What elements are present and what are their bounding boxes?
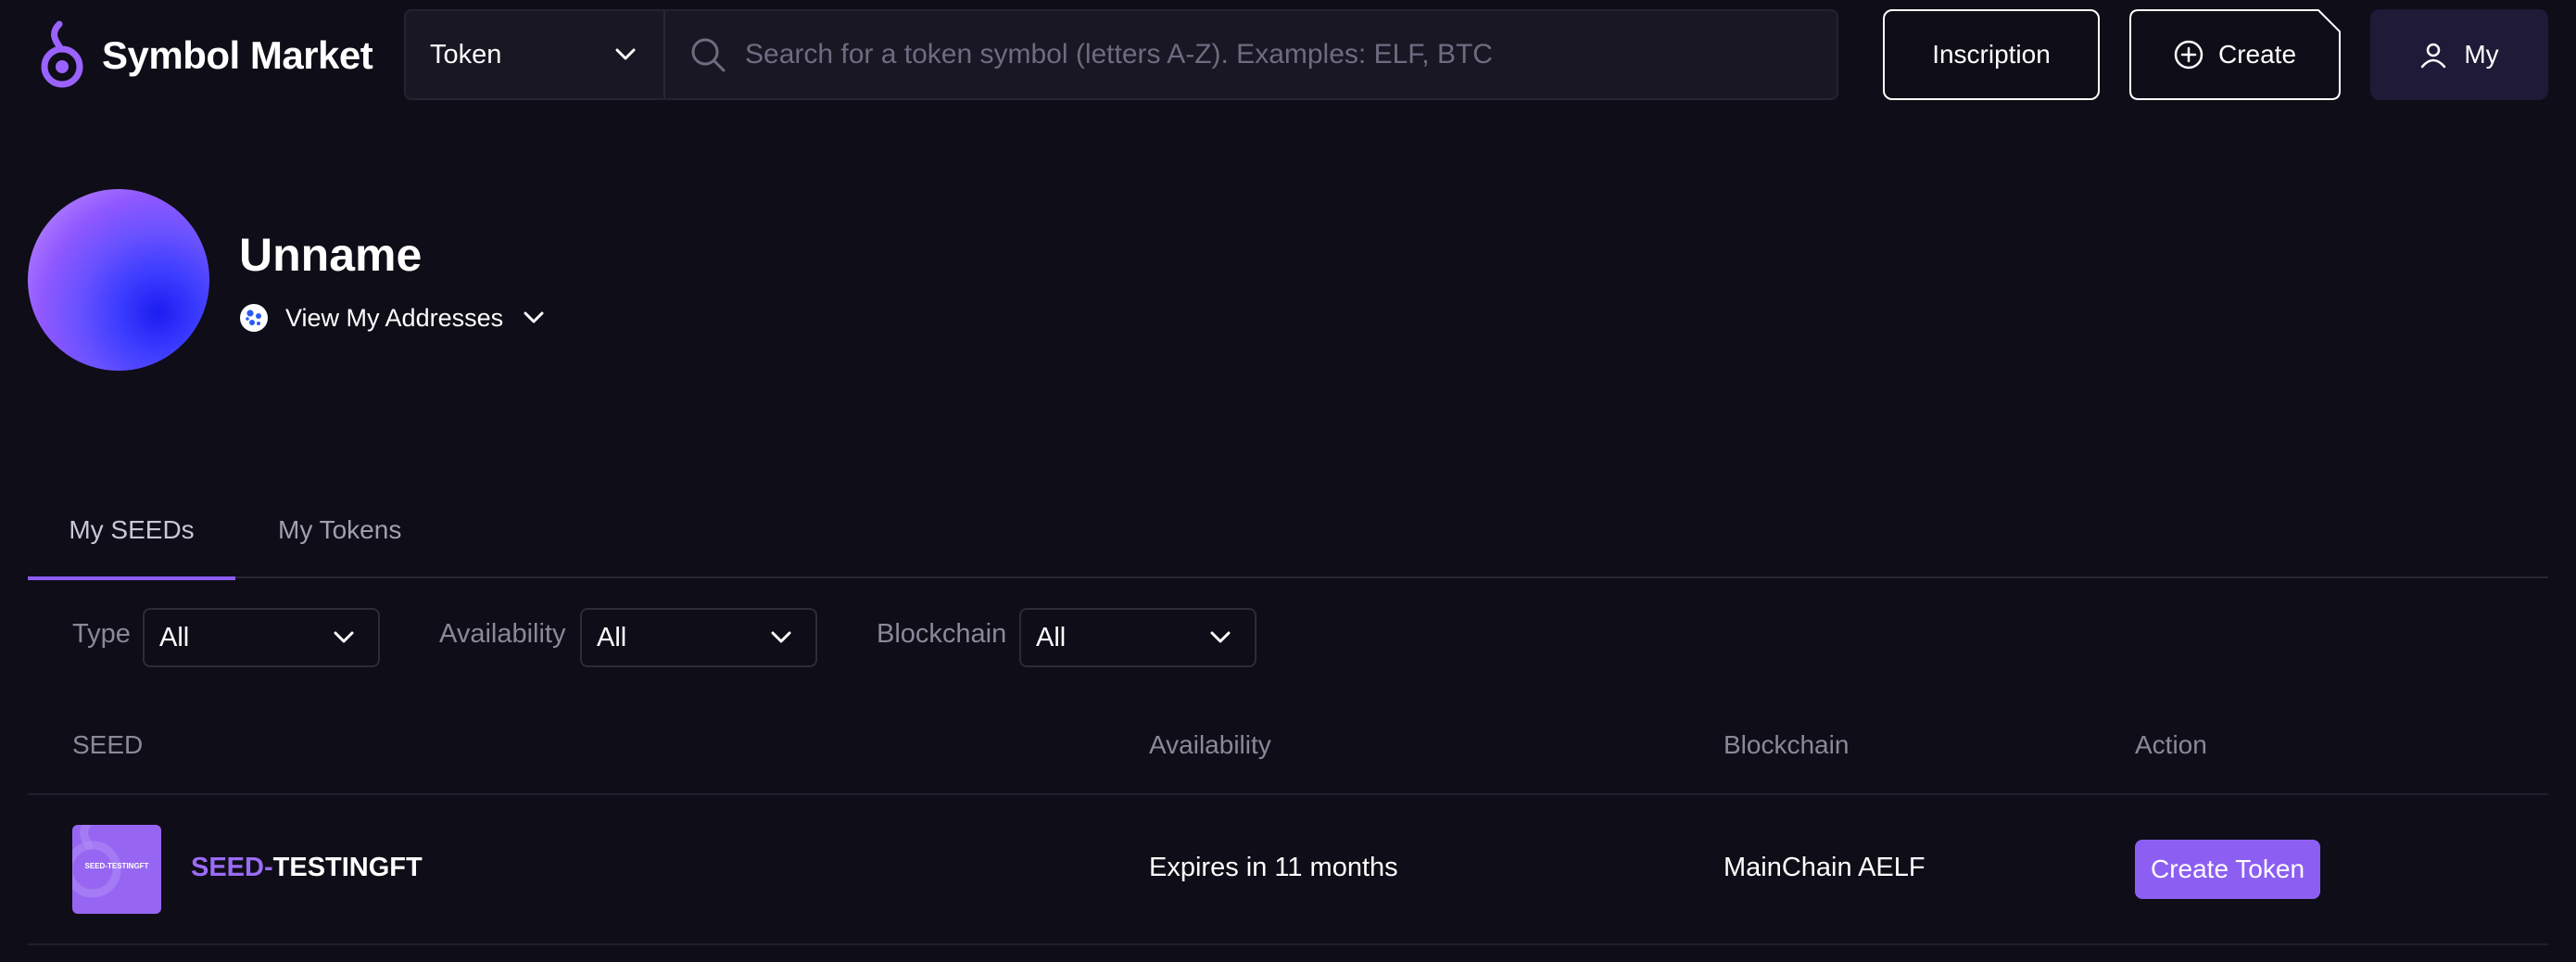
chevron-down-icon xyxy=(771,631,791,643)
chevron-down-icon xyxy=(524,311,544,323)
seed-prefix: SEED- xyxy=(191,853,273,882)
chevron-down-icon xyxy=(334,631,354,643)
symbol-market-logo-icon xyxy=(41,20,83,88)
tab-my-tokens[interactable]: My Tokens xyxy=(278,482,401,578)
chevron-down-icon xyxy=(1210,631,1231,643)
availability-filter-value: All xyxy=(597,622,627,652)
seed-symbol: TESTINGFT xyxy=(272,853,423,882)
seed-blockchain: MainChain AELF xyxy=(1724,853,1926,882)
availability-filter-label: Availability xyxy=(439,619,566,649)
search-input[interactable] xyxy=(745,11,1837,98)
search-bar: Token xyxy=(404,9,1838,100)
search-type-value: Token xyxy=(430,39,502,70)
app-logo[interactable]: Symbol Market xyxy=(37,20,373,91)
create-button[interactable]: Create xyxy=(2129,9,2341,100)
user-icon xyxy=(2421,43,2446,69)
blockchain-filter-value: All xyxy=(1036,622,1067,652)
column-header-seed: SEED xyxy=(72,730,144,759)
type-filter-value: All xyxy=(159,622,190,652)
create-button-label: Create xyxy=(2217,40,2297,69)
search-icon xyxy=(691,38,726,72)
seed-thumbnail-text: SEED-TESTINGFT xyxy=(84,862,149,870)
app-name: Symbol Market xyxy=(102,33,373,77)
inscription-button[interactable]: Inscription xyxy=(1883,9,2100,100)
avatar xyxy=(28,189,209,371)
blockchain-filter-select[interactable]: All xyxy=(1019,608,1256,667)
type-filter-label: Type xyxy=(72,619,131,649)
header-divider xyxy=(28,793,2548,795)
type-filter-select[interactable]: All xyxy=(143,608,380,667)
plus-circle-icon xyxy=(2174,40,2203,70)
tab-my-seeds[interactable]: My SEEDs xyxy=(28,482,235,580)
row-divider xyxy=(28,943,2548,945)
view-addresses-label: View My Addresses xyxy=(285,303,504,332)
availability-filter-select[interactable]: All xyxy=(580,608,817,667)
column-header-action: Action xyxy=(2135,730,2207,759)
tab-bar: My SEEDs My Tokens xyxy=(28,482,2548,580)
column-header-availability: Availability xyxy=(1149,730,1271,759)
create-token-button[interactable]: Create Token xyxy=(2135,840,2320,899)
search-type-dropdown[interactable]: Token xyxy=(406,11,665,98)
view-addresses-dropdown[interactable]: View My Addresses xyxy=(239,302,544,334)
my-button-label: My xyxy=(2464,40,2499,69)
my-account-button[interactable]: My xyxy=(2370,9,2548,100)
top-header: Symbol Market Token Inscription Create xyxy=(0,0,2576,111)
blockchain-filter-label: Blockchain xyxy=(877,619,1007,649)
seed-thumbnail[interactable]: SEED-TESTINGFT xyxy=(72,825,161,914)
seed-availability: Expires in 11 months xyxy=(1149,853,1398,882)
aelf-chain-icon xyxy=(240,304,268,332)
column-header-blockchain: Blockchain xyxy=(1724,730,1850,759)
profile-name: Unname xyxy=(239,229,423,281)
seed-name-link[interactable]: SEED-TESTINGFT xyxy=(191,853,423,883)
chevron-down-icon xyxy=(615,48,636,60)
